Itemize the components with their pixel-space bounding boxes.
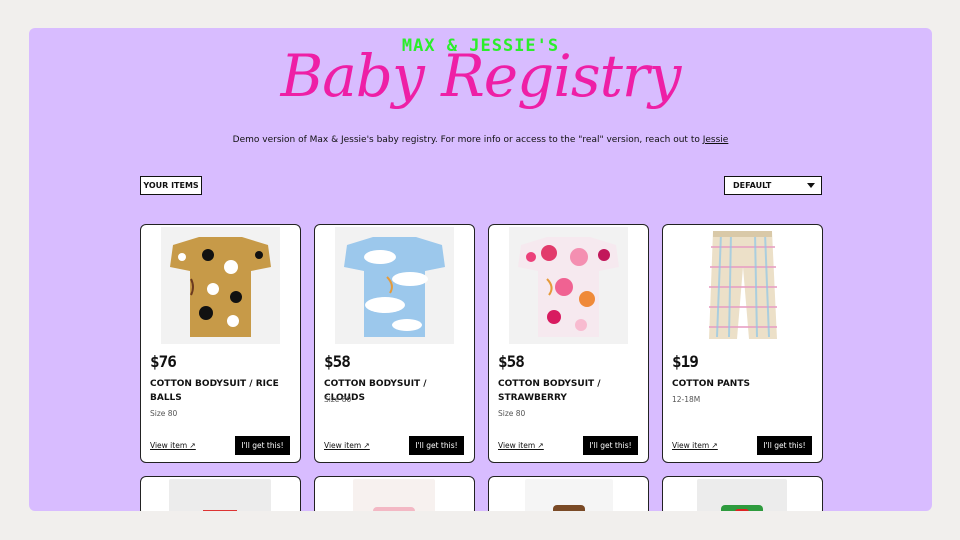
view-item-link[interactable]: View item ↗ bbox=[150, 441, 196, 450]
item-price: $19 bbox=[672, 352, 699, 371]
product-image bbox=[525, 479, 613, 511]
view-item-link[interactable]: View item ↗ bbox=[672, 441, 718, 450]
item-price: $76 bbox=[150, 352, 177, 371]
sort-select-value: DEFAULT bbox=[733, 181, 772, 190]
chevron-down-icon bbox=[807, 183, 815, 188]
jessie-link[interactable]: Jessie bbox=[703, 135, 729, 145]
product-card: $76 COTTON BODYSUIT / RICE BALLS Size 80… bbox=[140, 224, 301, 463]
product-image bbox=[697, 479, 787, 511]
product-card bbox=[314, 476, 475, 511]
claim-item-button[interactable]: I'll get this! bbox=[583, 436, 638, 455]
product-image-pants bbox=[683, 227, 802, 344]
item-title: COTTON BODYSUIT / RICE BALLS bbox=[150, 379, 279, 403]
view-item-link[interactable]: View item ↗ bbox=[498, 441, 544, 450]
claim-item-button[interactable]: I'll get this! bbox=[757, 436, 812, 455]
item-title: COTTON PANTS bbox=[672, 379, 750, 389]
intro-text: Demo version of Max & Jessie's baby regi… bbox=[29, 135, 932, 145]
product-card bbox=[662, 476, 823, 511]
product-image bbox=[353, 479, 435, 511]
product-image-strawberry bbox=[509, 227, 628, 344]
product-image bbox=[169, 479, 271, 511]
intro-body: Demo version of Max & Jessie's baby regi… bbox=[232, 135, 703, 145]
item-price: $58 bbox=[324, 352, 351, 371]
item-title: COTTON BODYSUIT / STRAWBERRY bbox=[498, 379, 601, 403]
product-card: $19 COTTON PANTS 12-18M View item ↗ I'll… bbox=[662, 224, 823, 463]
product-card: $58 COTTON BODYSUIT / CLOUDS Size 80 Vie… bbox=[314, 224, 475, 463]
item-size: Size 80 bbox=[150, 409, 178, 418]
product-card bbox=[140, 476, 301, 511]
sort-select[interactable]: DEFAULT bbox=[724, 176, 822, 195]
claim-item-button[interactable]: I'll get this! bbox=[409, 436, 464, 455]
your-items-button[interactable]: YOUR ITEMS bbox=[140, 176, 202, 195]
product-card bbox=[488, 476, 649, 511]
registry-page: MAX & JESSIE'S Baby Registry Demo versio… bbox=[29, 28, 932, 511]
item-price: $58 bbox=[498, 352, 525, 371]
view-item-link[interactable]: View item ↗ bbox=[324, 441, 370, 450]
product-image-clouds bbox=[335, 227, 454, 344]
product-image-rice-balls bbox=[161, 227, 280, 344]
page-title: Baby Registry bbox=[280, 42, 682, 110]
item-size: Size 80 bbox=[324, 395, 352, 404]
item-size: Size 80 bbox=[498, 409, 526, 418]
claim-item-button[interactable]: I'll get this! bbox=[235, 436, 290, 455]
item-size: 12-18M bbox=[672, 395, 701, 404]
product-card: $58 COTTON BODYSUIT / STRAWBERRY Size 80… bbox=[488, 224, 649, 463]
